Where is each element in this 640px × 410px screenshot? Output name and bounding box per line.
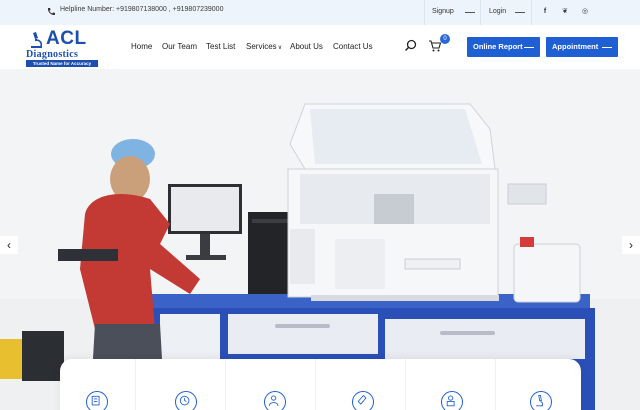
button-dash (524, 47, 534, 48)
online-report-button[interactable]: Online Report (467, 37, 540, 57)
microscope-logo-icon (31, 32, 43, 48)
divider (405, 359, 406, 410)
divider (225, 359, 226, 410)
instagram-icon[interactable]: ◎ (580, 7, 590, 17)
lab-technician-icon[interactable] (441, 391, 463, 410)
logo-tagline: Trusted Name for Accuracy (26, 60, 98, 67)
divider (480, 0, 481, 25)
nav-services[interactable]: Services∨ (246, 42, 282, 51)
nav-home[interactable]: Home (131, 42, 152, 51)
search-icon[interactable] (404, 39, 417, 52)
chevron-down-icon: ∨ (277, 45, 283, 51)
report-icon[interactable] (86, 391, 108, 410)
logo-name: Diagnostics (26, 49, 79, 60)
logo-brand: ACL (46, 28, 87, 49)
doctor-icon[interactable] (264, 391, 286, 410)
button-dash (602, 47, 612, 48)
slider-next-button[interactable]: › (622, 236, 640, 254)
twitter-icon[interactable]: ❦ (560, 7, 570, 17)
hero-slider: ‹ › (0, 69, 640, 410)
site-header: ACL Diagnostics Trusted Name for Accurac… (0, 25, 640, 69)
divider (531, 0, 532, 25)
features-card (60, 359, 581, 410)
cart-count-badge: 0 (440, 34, 450, 44)
clock-icon[interactable] (175, 391, 197, 410)
online-report-label: Online Report (473, 42, 523, 51)
divider (315, 359, 316, 410)
nav-services-label: Services (246, 42, 277, 51)
divider (424, 0, 425, 25)
nav-about-us[interactable]: About Us (290, 42, 323, 51)
helpline-text: Helpline Number: +919807138000 , +919807… (60, 6, 224, 13)
login-link[interactable]: Login (489, 8, 506, 15)
nav-test-list[interactable]: Test List (206, 42, 235, 51)
nav-contact-us[interactable]: Contact Us (333, 42, 373, 51)
test-tube-icon[interactable] (352, 391, 374, 410)
logo[interactable]: ACL Diagnostics Trusted Name for Accurac… (24, 28, 100, 67)
nav-our-team[interactable]: Our Team (162, 42, 197, 51)
login-dash (515, 12, 525, 13)
phone-icon (47, 8, 55, 16)
facebook-icon[interactable]: f (540, 7, 550, 17)
signup-link[interactable]: Signup (432, 8, 454, 15)
appointment-label: Appointment (552, 42, 599, 51)
slider-prev-button[interactable]: ‹ (0, 236, 18, 254)
divider (495, 359, 496, 410)
signup-dash (465, 12, 475, 13)
divider (135, 359, 136, 410)
top-bar: Helpline Number: +919807138000 , +919807… (0, 0, 640, 25)
appointment-button[interactable]: Appointment (546, 37, 618, 57)
microscope-icon[interactable] (530, 391, 552, 410)
